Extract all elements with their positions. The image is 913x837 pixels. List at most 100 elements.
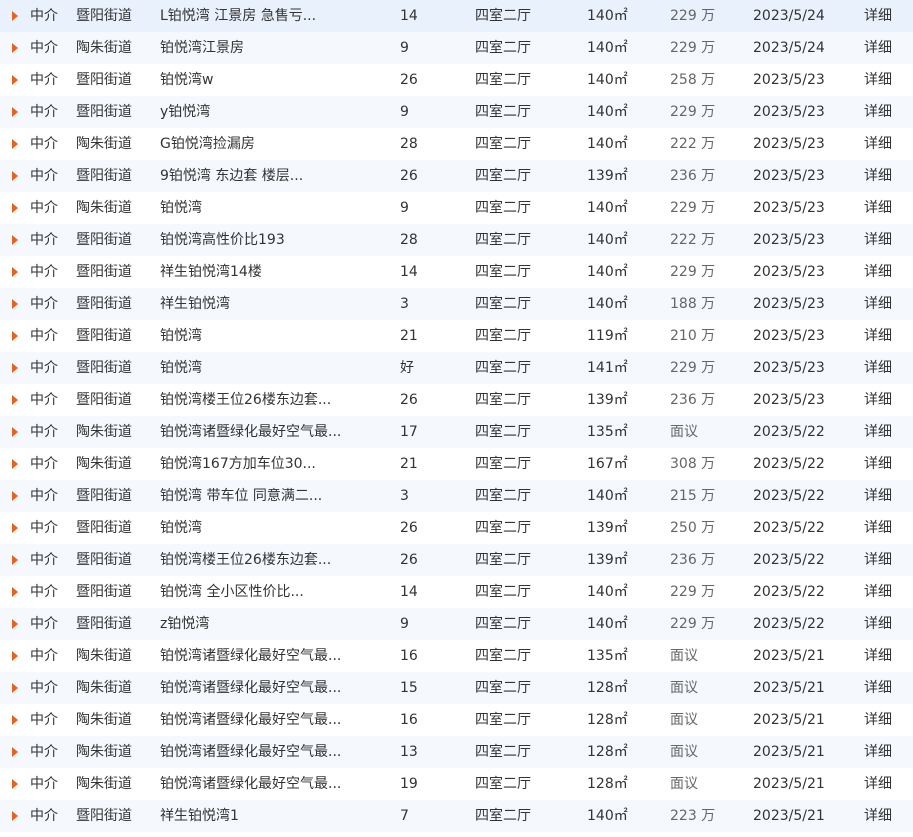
triangle-right-icon [12,491,18,501]
listing-title-link[interactable]: 铂悦湾 [160,512,202,544]
detail-link[interactable]: 详细 [864,800,892,832]
listing-area: 暨阳街道 [76,296,132,312]
listing-row[interactable]: 中介 陶朱街道 铂悦湾诸暨绿化最好空气最... 15 四室二厅 128㎡ 面议 … [0,672,913,704]
listing-row[interactable]: 中介 暨阳街道 铂悦湾w 26 四室二厅 140㎡ 258 万 2023/5/2… [0,64,913,96]
listing-row[interactable]: 中介 陶朱街道 铂悦湾诸暨绿化最好空气最... 19 四室二厅 128㎡ 面议 … [0,768,913,800]
listing-title-link[interactable]: 铂悦湾诸暨绿化最好空气最... [160,640,341,672]
listing-title-link[interactable]: 铂悦湾诸暨绿化最好空气最... [160,768,341,800]
listing-title-link[interactable]: 铂悦湾江景房 [160,32,244,64]
detail-link[interactable]: 详细 [864,0,892,32]
listing-row[interactable]: 中介 陶朱街道 铂悦湾167方加车位30... 21 四室二厅 167㎡ 308… [0,448,913,480]
detail-link[interactable]: 详细 [864,640,892,672]
detail-link[interactable]: 详细 [864,256,892,288]
listing-title-link[interactable]: 铂悦湾楼王位26楼东边套... [160,384,331,416]
listing-area: 陶朱街道 [76,40,132,56]
listing-title-link[interactable]: z铂悦湾 [160,608,209,640]
listing-row[interactable]: 中介 暨阳街道 铂悦湾楼王位26楼东边套... 26 四室二厅 139㎡ 236… [0,384,913,416]
listing-layout: 四室二厅 [475,616,531,632]
listing-title-link[interactable]: 铂悦湾楼王位26楼东边套... [160,544,331,576]
detail-link[interactable]: 详细 [864,608,892,640]
listing-row[interactable]: 中介 陶朱街道 铂悦湾诸暨绿化最好空气最... 16 四室二厅 128㎡ 面议 … [0,704,913,736]
listing-row[interactable]: 中介 暨阳街道 祥生铂悦湾14楼 14 四室二厅 140㎡ 229 万 2023… [0,256,913,288]
listing-source: 中介 [30,200,58,216]
detail-link[interactable]: 详细 [864,576,892,608]
listing-row[interactable]: 中介 暨阳街道 铂悦湾 全小区性价比... 14 四室二厅 140㎡ 229 万… [0,576,913,608]
detail-link[interactable]: 详细 [864,704,892,736]
listing-title-link[interactable]: 祥生铂悦湾14楼 [160,256,262,288]
listing-layout: 四室二厅 [475,360,531,376]
listing-title-link[interactable]: L铂悦湾 江景房 急售亏... [160,0,316,32]
listing-floor: 3 [400,296,409,312]
listing-source: 中介 [30,8,58,24]
detail-link[interactable]: 详细 [864,32,892,64]
listing-area: 陶朱街道 [76,456,132,472]
listing-row[interactable]: 中介 陶朱街道 铂悦湾诸暨绿化最好空气最... 17 四室二厅 135㎡ 面议 … [0,416,913,448]
listing-title-link[interactable]: 铂悦湾诸暨绿化最好空气最... [160,416,341,448]
listing-title-link[interactable]: 铂悦湾 [160,192,202,224]
listing-title-link[interactable]: 9铂悦湾 东边套 楼层... [160,160,303,192]
listing-row[interactable]: 中介 暨阳街道 z铂悦湾 9 四室二厅 140㎡ 229 万 2023/5/22… [0,608,913,640]
listing-row[interactable]: 中介 暨阳街道 铂悦湾 26 四室二厅 139㎡ 250 万 2023/5/22… [0,512,913,544]
listing-row[interactable]: 中介 暨阳街道 铂悦湾楼王位26楼东边套... 26 四室二厅 139㎡ 236… [0,544,913,576]
listing-title-link[interactable]: 祥生铂悦湾1 [160,800,239,832]
listing-floor: 好 [400,360,414,376]
listing-row[interactable]: 中介 暨阳街道 祥生铂悦湾 3 四室二厅 140㎡ 188 万 2023/5/2… [0,288,913,320]
detail-link[interactable]: 详细 [864,128,892,160]
listing-layout: 四室二厅 [475,424,531,440]
listing-row[interactable]: 中介 暨阳街道 铂悦湾 带车位 同意满二... 3 四室二厅 140㎡ 215 … [0,480,913,512]
listing-price: 188 万 [670,296,716,312]
listing-title-link[interactable]: G铂悦湾捡漏房 [160,128,255,160]
listing-row[interactable]: 中介 陶朱街道 铂悦湾 9 四室二厅 140㎡ 229 万 2023/5/23 … [0,192,913,224]
listing-title-link[interactable]: 铂悦湾 带车位 同意满二... [160,480,322,512]
detail-link[interactable]: 详细 [864,160,892,192]
listing-title-link[interactable]: 铂悦湾w [160,64,213,96]
listing-row[interactable]: 中介 暨阳街道 祥生铂悦湾1 7 四室二厅 140㎡ 223 万 2023/5/… [0,800,913,832]
detail-link[interactable]: 详细 [864,736,892,768]
detail-link[interactable]: 详细 [864,672,892,704]
detail-link[interactable]: 详细 [864,64,892,96]
detail-link[interactable]: 详细 [864,544,892,576]
listing-row[interactable]: 中介 陶朱街道 铂悦湾江景房 9 四室二厅 140㎡ 229 万 2023/5/… [0,32,913,64]
listing-title-link[interactable]: 铂悦湾 全小区性价比... [160,576,304,608]
triangle-right-icon [12,235,18,245]
listing-title-link[interactable]: 铂悦湾 [160,352,202,384]
listing-title-link[interactable]: y铂悦湾 [160,96,210,128]
detail-link[interactable]: 详细 [864,320,892,352]
listing-size: 135㎡ [587,424,628,440]
listing-row[interactable]: 中介 陶朱街道 G铂悦湾捡漏房 28 四室二厅 140㎡ 222 万 2023/… [0,128,913,160]
listing-row[interactable]: 中介 暨阳街道 L铂悦湾 江景房 急售亏... 14 四室二厅 140㎡ 229… [0,0,913,32]
listing-date: 2023/5/22 [753,456,825,472]
listing-floor: 9 [400,40,409,56]
detail-link[interactable]: 详细 [864,480,892,512]
detail-link[interactable]: 详细 [864,192,892,224]
listing-title-link[interactable]: 铂悦湾 [160,320,202,352]
listing-row[interactable]: 中介 暨阳街道 铂悦湾 21 四室二厅 119㎡ 210 万 2023/5/23… [0,320,913,352]
detail-link[interactable]: 详细 [864,288,892,320]
detail-link[interactable]: 详细 [864,96,892,128]
listing-title-link[interactable]: 铂悦湾167方加车位30... [160,448,316,480]
detail-link[interactable]: 详细 [864,384,892,416]
listing-price: 229 万 [670,264,716,280]
detail-link[interactable]: 详细 [864,352,892,384]
detail-link[interactable]: 详细 [864,768,892,800]
listing-floor: 19 [400,776,418,792]
listing-size: 139㎡ [587,168,628,184]
listing-title-link[interactable]: 铂悦湾高性价比193 [160,224,285,256]
listing-row[interactable]: 中介 暨阳街道 铂悦湾 好 四室二厅 141㎡ 229 万 2023/5/23 … [0,352,913,384]
detail-link[interactable]: 详细 [864,512,892,544]
listing-row[interactable]: 中介 暨阳街道 9铂悦湾 东边套 楼层... 26 四室二厅 139㎡ 236 … [0,160,913,192]
listing-title-link[interactable]: 铂悦湾诸暨绿化最好空气最... [160,736,341,768]
listing-date: 2023/5/24 [753,8,825,24]
listing-title-link[interactable]: 祥生铂悦湾 [160,288,230,320]
detail-link[interactable]: 详细 [864,448,892,480]
listing-row[interactable]: 中介 暨阳街道 y铂悦湾 9 四室二厅 140㎡ 229 万 2023/5/23… [0,96,913,128]
listing-row[interactable]: 中介 陶朱街道 铂悦湾诸暨绿化最好空气最... 13 四室二厅 128㎡ 面议 … [0,736,913,768]
listing-title-link[interactable]: 铂悦湾诸暨绿化最好空气最... [160,704,341,736]
listing-date: 2023/5/21 [753,776,825,792]
listing-price: 258 万 [670,72,716,88]
listing-row[interactable]: 中介 陶朱街道 铂悦湾诸暨绿化最好空气最... 16 四室二厅 135㎡ 面议 … [0,640,913,672]
detail-link[interactable]: 详细 [864,224,892,256]
listing-title-link[interactable]: 铂悦湾诸暨绿化最好空气最... [160,672,341,704]
detail-link[interactable]: 详细 [864,416,892,448]
listing-row[interactable]: 中介 暨阳街道 铂悦湾高性价比193 28 四室二厅 140㎡ 222 万 20… [0,224,913,256]
